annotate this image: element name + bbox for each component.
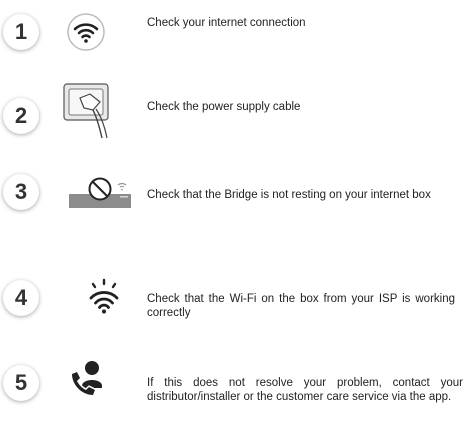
step-text: If this does not resolve your problem, c… bbox=[147, 377, 463, 403]
phone-contact-icon bbox=[70, 361, 102, 397]
step-number: 3 bbox=[3, 174, 39, 210]
step-number: 5 bbox=[3, 365, 39, 401]
step-text: Check that the Wi-Fi on the box from you… bbox=[147, 293, 455, 319]
step-text: Check the power supply cable bbox=[147, 101, 301, 113]
step-number: 1 bbox=[3, 14, 39, 50]
power-plug-icon bbox=[63, 83, 109, 139]
bridge-on-box-icon bbox=[69, 177, 131, 208]
wifi-signal-icon bbox=[89, 278, 119, 314]
step-text: Check that the Bridge is not resting on … bbox=[147, 189, 431, 201]
step-number: 2 bbox=[3, 98, 39, 134]
step-number: 4 bbox=[3, 280, 39, 316]
wifi-icon bbox=[67, 13, 105, 51]
step-text: Check your internet connection bbox=[147, 17, 306, 29]
